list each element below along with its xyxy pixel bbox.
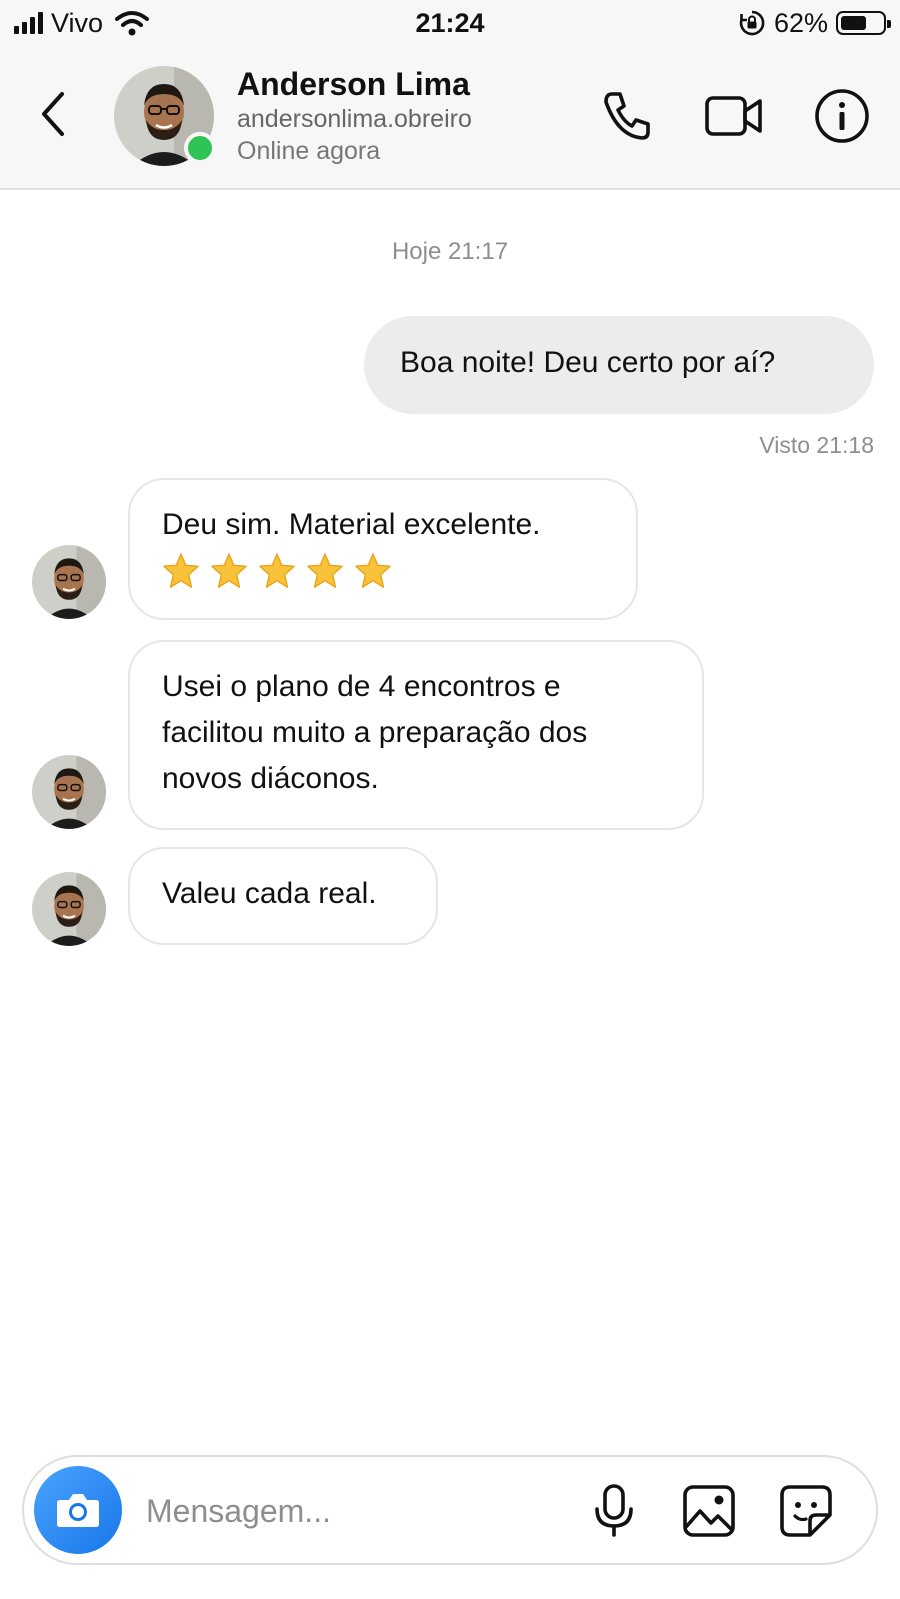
sender-avatar[interactable]: [32, 755, 106, 829]
camera-icon: [57, 1494, 99, 1527]
phone-icon: [604, 92, 650, 140]
contact-avatar[interactable]: [114, 66, 216, 166]
header-actions: [596, 86, 872, 146]
star-icon: [355, 553, 391, 588]
orientation-lock-icon: [739, 10, 765, 36]
camera-button[interactable]: [34, 1466, 122, 1554]
contact-info[interactable]: Anderson Lima andersonlima.obreiro Onlin…: [237, 66, 472, 166]
avatar-photo: [32, 545, 106, 619]
sender-avatar[interactable]: [32, 872, 106, 946]
video-call-button[interactable]: [704, 86, 764, 146]
gallery-button[interactable]: [679, 1481, 739, 1541]
call-button[interactable]: [596, 86, 656, 146]
microphone-icon: [595, 1484, 633, 1537]
online-indicator: [184, 132, 216, 164]
sticker-button[interactable]: [776, 1481, 836, 1541]
avatar-photo: [32, 872, 106, 946]
battery-level: [841, 16, 866, 30]
incoming-message[interactable]: Valeu cada real.: [128, 847, 438, 945]
outgoing-message[interactable]: Boa noite! Deu certo por aí?: [364, 316, 874, 414]
status-bar: Vivo 21:24 62%: [0, 0, 900, 48]
star-icon: [163, 553, 199, 588]
video-camera-icon: [705, 96, 762, 136]
avatar-photo: [32, 755, 106, 829]
message-text: Usei o plano de 4 encontros e facilitou …: [162, 670, 588, 795]
contact-username: andersonlima.obreiro: [237, 105, 472, 133]
contact-name: Anderson Lima: [237, 66, 470, 102]
voice-message-button[interactable]: [584, 1481, 644, 1541]
message-text: Boa noite! Deu certo por aí?: [400, 346, 776, 379]
message-composer: [22, 1455, 878, 1565]
info-button[interactable]: [812, 86, 872, 146]
message-text: Deu sim. Material excelente.: [162, 508, 541, 541]
back-button[interactable]: [30, 88, 76, 140]
contact-status: Online agora: [237, 137, 381, 165]
star-icon: [211, 553, 247, 588]
chat-header: Anderson Lima andersonlima.obreiro Onlin…: [0, 48, 900, 190]
sender-avatar[interactable]: [32, 545, 106, 619]
battery-icon: [836, 11, 891, 35]
seen-receipt: Visto 21:18: [759, 432, 874, 458]
chevron-left-icon: [42, 92, 64, 136]
incoming-message[interactable]: Usei o plano de 4 encontros e facilitou …: [128, 640, 704, 830]
status-right: 62%: [738, 8, 891, 38]
star-rating: [162, 552, 604, 590]
battery-percent: 62%: [773, 8, 828, 38]
message-text: Valeu cada real.: [162, 877, 377, 910]
sticker-icon: [780, 1485, 832, 1537]
star-icon: [307, 553, 343, 588]
info-icon: [815, 89, 869, 143]
star-icon: [259, 553, 295, 588]
image-icon: [683, 1485, 735, 1537]
date-separator: Hoje 21:17: [391, 238, 509, 265]
message-input[interactable]: [144, 1485, 568, 1537]
incoming-message[interactable]: Deu sim. Material excelente.: [128, 478, 638, 620]
